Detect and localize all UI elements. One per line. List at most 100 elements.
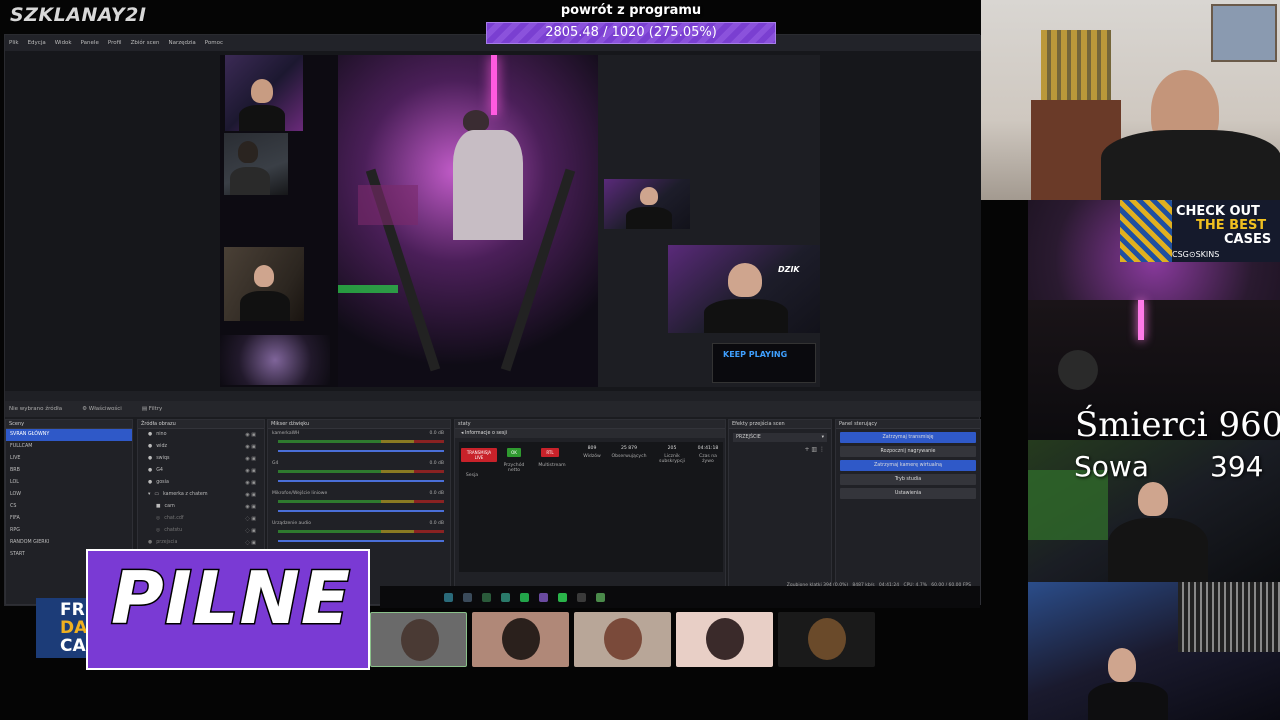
eye-icon[interactable]: ◌ ▣ <box>245 513 256 525</box>
rtl-tag: RTL <box>541 448 559 457</box>
scene-item[interactable]: FIFA <box>6 513 132 525</box>
participant-avatar[interactable] <box>574 612 671 667</box>
source-item[interactable]: ◎ chatstu ◌ ▣ <box>138 525 264 537</box>
stop-streaming-button[interactable]: Zatrzymaj transmisję <box>840 432 976 443</box>
webcam-top <box>981 0 1280 200</box>
sowa-label: Sowa <box>1074 450 1149 483</box>
guest-body <box>1108 518 1208 582</box>
obs-preview-area[interactable]: DZIK KEEP PLAYING <box>5 51 981 391</box>
ad-art <box>1120 200 1172 262</box>
preview-scene: DZIK KEEP PLAYING <box>220 55 820 387</box>
scene-item[interactable]: LIVE <box>6 453 132 465</box>
eye-icon[interactable]: ◉ ▣ <box>245 441 256 453</box>
scene-item[interactable]: CS <box>6 501 132 513</box>
scene-item[interactable]: BRB <box>6 465 132 477</box>
volume-slider[interactable] <box>278 450 444 452</box>
menu-edit[interactable]: Edycja <box>28 40 46 46</box>
eye-icon[interactable]: ◌ ▣ <box>245 537 256 549</box>
source-label: widz <box>156 444 168 449</box>
source-item[interactable]: ● widz ◉ ▣ <box>138 441 264 453</box>
filters-button[interactable]: ▤ Filtry <box>142 406 162 412</box>
eye-icon[interactable]: ◌ ▣ <box>245 525 256 537</box>
live-tag: TRANSMISJA LIVE <box>461 448 497 462</box>
source-item[interactable]: ● G4 ◉ ▣ <box>138 465 264 477</box>
stats-dock: staty ◂ Informacje o sesji TRANSMISJA LI… <box>454 419 726 605</box>
source-item[interactable]: ● swiqs ◉ ▣ <box>138 453 264 465</box>
eye-icon[interactable]: ◉ ▣ <box>245 477 256 489</box>
side-badge: FR DA CA <box>36 598 88 658</box>
taskbar-icon[interactable] <box>596 592 605 602</box>
stat-revenue: Przychód netto <box>503 463 525 473</box>
taskbar-icon[interactable] <box>444 592 453 602</box>
studio-mode-button[interactable]: Tryb studia <box>840 474 976 485</box>
transition-select[interactable]: PRZEJŚCIE ▾ <box>733 433 827 442</box>
trash-icon[interactable]: ▥ <box>811 446 817 453</box>
source-item[interactable]: ● nino ◉ ▣ <box>138 429 264 441</box>
scene-item[interactable]: LOW <box>6 489 132 501</box>
stats-grid: TRANSMISJA LIVE OK RTL Sesja Przychód ne… <box>459 442 723 572</box>
eye-icon[interactable]: ◉ ▣ <box>245 465 256 477</box>
taskbar-icon[interactable] <box>501 592 510 602</box>
taskbar-icon[interactable] <box>463 592 472 602</box>
settings-button[interactable]: Ustawienia <box>840 488 976 499</box>
channel-db: 0.0 dB <box>429 431 444 436</box>
add-icon[interactable]: + <box>804 446 809 453</box>
scene-item[interactable]: LOL <box>6 477 132 489</box>
taskbar-icon[interactable] <box>558 592 567 602</box>
scene-item[interactable]: SVRAN GŁÓWNY <box>6 429 132 441</box>
source-item[interactable]: ● przejscia ◌ ▣ <box>138 537 264 549</box>
goal-title: powrót z programu <box>560 3 702 18</box>
menu-docks[interactable]: Panele <box>81 40 99 46</box>
mixer-channel: kamerkaWH 0.0 dB <box>268 429 450 459</box>
stop-virtual-camera-button[interactable]: Zatrzymaj kamerę wirtualną <box>840 460 976 471</box>
menu-file[interactable]: Plik <box>9 40 19 46</box>
source-item[interactable]: ● gosia ◉ ▣ <box>138 477 264 489</box>
participant-avatar[interactable] <box>778 612 875 667</box>
scene-item[interactable]: RANDOM GIERKI <box>6 537 132 549</box>
eye-icon[interactable]: ◉ ▣ <box>245 429 256 441</box>
source-item[interactable]: ■ cam ◉ ▣ <box>138 501 264 513</box>
eye-icon[interactable]: ◉ ▣ <box>245 453 256 465</box>
streamer-body <box>1101 130 1280 200</box>
eye-icon[interactable]: ◉ ▣ <box>245 501 256 513</box>
participant-avatar[interactable] <box>472 612 569 667</box>
properties-button[interactable]: ⚙ Właściwości <box>82 406 122 412</box>
source-label: chatstu <box>164 528 183 533</box>
scene-item[interactable]: FULLCAM <box>6 441 132 453</box>
taskbar-icon[interactable] <box>520 592 529 602</box>
menu-tools[interactable]: Narzędzia <box>168 40 195 46</box>
volume-slider[interactable] <box>278 510 444 512</box>
preview-keep-playing: KEEP PLAYING <box>712 343 816 383</box>
guest2-head <box>1108 648 1136 682</box>
browser-icon: ◎ <box>156 516 161 521</box>
chevron-down-icon[interactable]: ▾ <box>148 489 150 501</box>
avatar-face <box>502 618 540 660</box>
menu-help[interactable]: Pomoc <box>205 40 223 46</box>
source-group[interactable]: ▾ ▭ kamerka z chatem ◉ ▣ <box>138 489 264 501</box>
avatar-face <box>808 618 846 660</box>
guest2-body <box>1088 682 1168 720</box>
ok-tag: OK <box>507 448 521 457</box>
csgo-skins-ad[interactable]: CHECK OUT THE BEST CASES CSG⊙SKINS <box>1120 200 1280 262</box>
menu-view[interactable]: Widok <box>55 40 72 46</box>
taskbar-icon[interactable] <box>577 592 586 602</box>
menu-profile[interactable]: Profil <box>108 40 122 46</box>
volume-slider[interactable] <box>278 540 444 542</box>
volume-slider[interactable] <box>278 480 444 482</box>
taskbar-icon[interactable] <box>539 592 548 602</box>
transition-value: PRZEJŚCIE <box>736 435 761 440</box>
trophies <box>1041 30 1111 100</box>
sources-dock-title: Źródła obrazu <box>138 420 264 429</box>
volume-meter <box>278 440 444 443</box>
more-icon[interactable]: ⋮ <box>819 446 825 453</box>
source-item[interactable]: ◎ chat.cdf ◌ ▣ <box>138 513 264 525</box>
participant-avatar[interactable] <box>676 612 773 667</box>
menu-scene-collection[interactable]: Zbiór scen <box>131 40 160 46</box>
goal-value: 2805.48 / 1020 (275.05%) <box>545 25 717 40</box>
channel-db: 0.0 dB <box>429 461 444 466</box>
scene-item[interactable]: RPG <box>6 525 132 537</box>
eye-icon[interactable]: ◉ ▣ <box>245 489 256 501</box>
taskbar-icon[interactable] <box>482 592 491 602</box>
start-recording-button[interactable]: Rozpocznij nagrywanie <box>840 446 976 457</box>
participant-avatar[interactable] <box>370 612 467 667</box>
